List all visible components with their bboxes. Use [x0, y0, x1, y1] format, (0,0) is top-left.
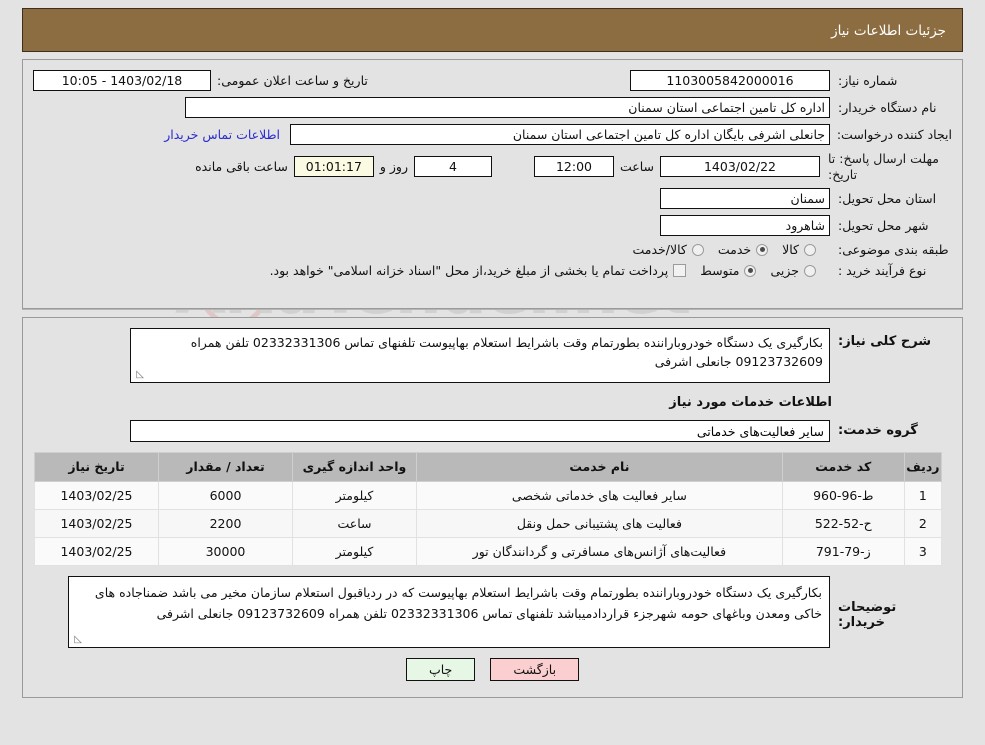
- resize-grip-icon[interactable]: ◺: [134, 369, 144, 380]
- cell-name: سایر فعالیت های خدماتی شخصی: [415, 480, 783, 510]
- cell-qty: 6000: [157, 480, 294, 510]
- radio-category-kala-label: کالا: [782, 242, 799, 258]
- buyer-notes-text: بکارگیری یک دستگاه خودروباراننده بطورتما…: [94, 584, 822, 621]
- cell-qty: 30000: [157, 536, 294, 566]
- cell-radif: 3: [903, 536, 943, 566]
- deadline-label: مهلت ارسال پاسخ: تا تاریخ:: [828, 151, 939, 182]
- page-title: جزئیات اطلاعات نیاز: [22, 8, 963, 52]
- page-title-text: جزئیات اطلاعات نیاز: [831, 23, 946, 39]
- cell-name: فعالیت‌های آژانس‌های مسافرتی و گردانندگا…: [415, 536, 783, 566]
- province-label: استان محل تحویل:: [838, 191, 937, 207]
- hour-label: ساعت: [619, 159, 654, 175]
- resize-grip-icon[interactable]: ◺: [72, 634, 82, 645]
- need-number-field: 1103005842000016: [630, 70, 830, 91]
- need-summary-textarea[interactable]: بکارگیری یک دستگاه خودروباراننده بطورتما…: [130, 328, 830, 383]
- deadline-date-field: 1403/02/22: [660, 156, 820, 178]
- requester-label: ایجاد کننده درخواست:: [836, 127, 952, 142]
- table-row: 2 ح-52-522 فعالیت های پشتیبانی حمل ونقل …: [34, 508, 943, 538]
- row-requester: ایجاد کننده درخواست: جانعلی اشرفی بایگان…: [33, 124, 952, 145]
- city-field: شاهرود: [660, 215, 830, 237]
- deadline-time-field: 12:00: [533, 156, 614, 178]
- process-label: نوع فرآیند خرید :: [838, 263, 927, 279]
- divider: [22, 309, 963, 310]
- row-buyer-org: نام دستگاه خریدار: اداره کل تامین اجتماع…: [33, 97, 952, 118]
- cell-unit: کیلومتر: [292, 536, 417, 566]
- col-header-code: کد خدمت: [781, 451, 905, 482]
- province-field: سمنان: [660, 188, 830, 210]
- cell-date: 1403/02/25: [34, 508, 159, 538]
- service-group-field: سایر فعالیت‌های خدماتی: [130, 419, 830, 442]
- need-number-label: شماره نیاز:: [838, 73, 898, 88]
- services-table-wrapper: ردیف کد خدمت نام خدمت واحد اندازه گیری ت…: [34, 451, 943, 566]
- cell-code: ز-79-791: [781, 536, 905, 566]
- service-details-panel: شرح کلی نیاز: بکارگیری یک دستگاه خودروبا…: [22, 317, 963, 698]
- col-header-name: نام خدمت: [415, 451, 783, 482]
- days-remaining-field: 4: [413, 156, 492, 178]
- col-header-radif: ردیف: [903, 451, 943, 482]
- cell-unit: ساعت: [292, 508, 417, 538]
- radio-category-khedmat-label: خدمت: [717, 242, 752, 258]
- cell-qty: 2200: [157, 508, 294, 538]
- cell-date: 1403/02/25: [34, 480, 159, 510]
- announce-datetime-field: 1403/02/18 - 10:05: [33, 70, 211, 91]
- buyer-notes-label: توضیحات خریدار:: [838, 599, 897, 630]
- checkbox-islamic-treasury-docs[interactable]: [673, 264, 687, 278]
- row-need-number: شماره نیاز: 1103005842000016 تاریخ و ساع…: [33, 70, 952, 91]
- service-group-label: گروه خدمت:: [838, 423, 918, 439]
- radio-category-kala-khedmat[interactable]: [691, 243, 704, 256]
- table-row: 1 ط-96-960 سایر فعالیت های خدماتی شخصی ک…: [34, 480, 943, 510]
- cell-radif: 1: [903, 480, 943, 510]
- buyer-notes-textarea[interactable]: بکارگیری یک دستگاه خودروباراننده بطورتما…: [68, 575, 830, 648]
- radio-process-jozi[interactable]: [804, 264, 816, 277]
- radio-category-khedmat[interactable]: [756, 243, 769, 256]
- announce-datetime-label: تاریخ و ساعت اعلان عمومی:: [217, 73, 368, 88]
- col-header-unit: واحد اندازه گیری: [292, 451, 417, 482]
- radio-process-motavaset-label: متوسط: [700, 263, 740, 279]
- cell-date: 1403/02/25: [34, 536, 159, 566]
- need-summary-label: شرح کلی نیاز:: [838, 334, 932, 349]
- buyer-contact-link[interactable]: اطلاعات تماس خریدار: [164, 127, 280, 142]
- row-province: استان محل تحویل: سمنان: [33, 188, 952, 210]
- cell-name: فعالیت های پشتیبانی حمل ونقل: [415, 508, 783, 538]
- row-service-group: گروه خدمت: سایر فعالیت‌های خدماتی: [33, 419, 952, 442]
- services-table: ردیف کد خدمت نام خدمت واحد اندازه گیری ت…: [34, 451, 943, 566]
- back-button[interactable]: بازگشت: [490, 657, 580, 681]
- print-button[interactable]: چاپ: [405, 657, 476, 681]
- radio-category-kala[interactable]: [804, 243, 816, 256]
- table-row: 3 ز-79-791 فعالیت‌های آژانس‌های مسافرتی …: [34, 536, 943, 566]
- row-category: طبقه بندی موضوعی: کالا خدمت کالا/خدمت: [33, 242, 952, 257]
- row-buyer-notes: توضیحات خریدار: بکارگیری یک دستگاه خودرو…: [43, 575, 942, 648]
- radio-category-kala-khedmat-label: کالا/خدمت: [632, 242, 687, 258]
- col-header-qty: تعداد / مقدار: [157, 451, 294, 482]
- footer-actions: بازگشت چاپ: [33, 657, 952, 689]
- time-remaining-field: 01:01:17: [293, 156, 374, 178]
- row-need-summary: شرح کلی نیاز: بکارگیری یک دستگاه خودروبا…: [33, 328, 952, 383]
- days-label: روز و: [379, 159, 408, 175]
- radio-process-jozi-label: جزیی: [770, 263, 799, 279]
- checkbox-islamic-treasury-docs-label: پرداخت تمام یا بخشی از مبلغ خرید،از محل …: [269, 263, 669, 279]
- row-city: شهر محل تحویل: شاهرود: [33, 215, 952, 237]
- cell-code: ح-52-522: [781, 508, 905, 538]
- buyer-org-label: نام دستگاه خریدار:: [838, 100, 937, 115]
- cell-unit: کیلومتر: [292, 480, 417, 510]
- remaining-suffix-label: ساعت باقی مانده: [195, 159, 288, 175]
- buyer-org-field: اداره کل تامین اجتماعی استان سمنان: [185, 97, 830, 118]
- need-summary-text: بکارگیری یک دستگاه خودروباراننده بطورتما…: [190, 335, 823, 370]
- row-process-type: نوع فرآیند خرید : جزیی متوسط پرداخت تمام…: [33, 263, 952, 278]
- cell-radif: 2: [903, 508, 943, 538]
- table-header-row: ردیف کد خدمت نام خدمت واحد اندازه گیری ت…: [34, 451, 943, 482]
- city-label: شهر محل تحویل:: [838, 218, 929, 234]
- services-section-title: اطلاعات خدمات مورد نیاز: [669, 394, 832, 410]
- cell-code: ط-96-960: [781, 480, 905, 510]
- col-header-date: تاریخ نیاز: [34, 451, 159, 482]
- need-info-panel: شماره نیاز: 1103005842000016 تاریخ و ساع…: [22, 59, 963, 309]
- requester-field: جانعلی اشرفی بایگان اداره کل تامین اجتما…: [290, 124, 830, 145]
- category-label: طبقه بندی موضوعی:: [838, 242, 949, 258]
- radio-process-motavaset[interactable]: [744, 264, 757, 277]
- row-deadline: مهلت ارسال پاسخ: تا تاریخ: 1403/02/22 سا…: [33, 151, 952, 182]
